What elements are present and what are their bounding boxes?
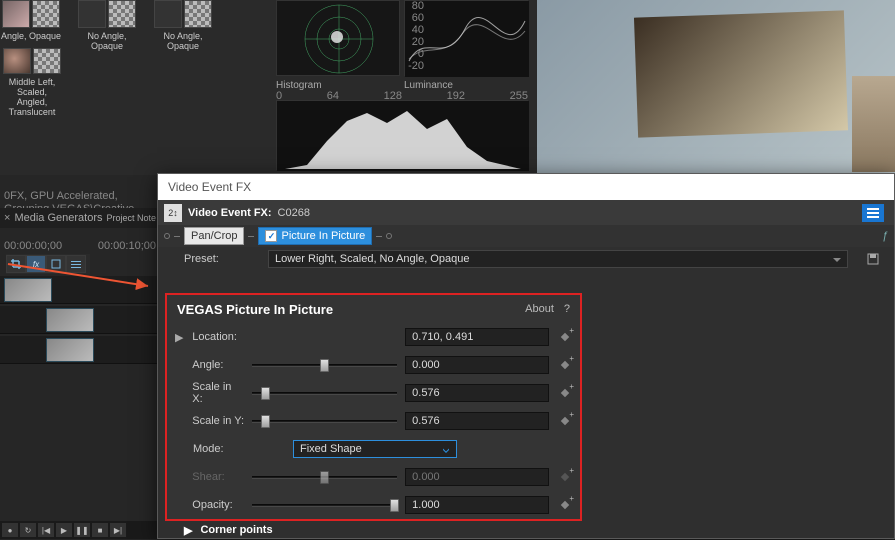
param-scalex: Scale in X: 0.576 [167,379,580,407]
preset-thumb-3[interactable]: No Angle, Opaque [152,0,214,52]
close-icon[interactable]: × [4,212,10,224]
checkbox-icon[interactable]: ✓ [265,230,277,242]
expand-icon[interactable]: ▶ [184,524,192,537]
param-opacity: Opacity: 1.000 [167,491,580,519]
shear-value: 0.000 [405,468,549,486]
scaley-slider[interactable] [252,413,397,429]
generator-icon[interactable] [46,255,66,273]
pip-panel: VEGAS Picture In Picture About ? ▶ Locat… [167,295,580,519]
preset-label: No Angle, Opaque [152,32,214,52]
angle-value[interactable]: 0.000 [405,356,549,374]
keyframe-icon[interactable] [557,413,572,429]
track-3[interactable] [0,336,160,364]
preset-save-icon[interactable] [864,250,882,268]
panel-header: VEGAS Picture In Picture About ? [167,295,580,323]
play-icon[interactable]: ▶ [56,523,72,537]
fx-header: 2↕ Video Event FX: C0268 [158,200,894,225]
skip-start-icon[interactable]: |◀ [38,523,54,537]
about-link[interactable]: About [525,303,554,315]
histogram-scope [276,100,528,170]
timeline-event-tools[interactable]: fx [6,254,90,274]
loop-icon[interactable]: ↻ [20,523,36,537]
dock-tab-bar[interactable]: × Media Generators Project Note [0,208,160,228]
preset-row: Preset: Lower Right, Scaled, No Angle, O… [158,247,894,271]
expand-icon[interactable]: ▶ [175,331,184,344]
fx-italic-icon[interactable]: ƒ [882,230,888,242]
preview-pip [634,10,848,137]
keyframe-icon [557,469,572,485]
panel-title: VEGAS Picture In Picture [177,302,333,317]
scaley-value[interactable]: 0.576 [405,412,549,430]
corner-points-label: Corner points [200,524,272,536]
timeline-ruler: 00:00:00;0000:00:10;00 [0,240,160,252]
chain-pip[interactable]: ✓ Picture In Picture [258,227,372,245]
rec-icon[interactable]: ● [2,523,18,537]
scalex-slider[interactable] [252,385,397,401]
param-scaley: Scale in Y: 0.576 [167,407,580,435]
preset-label: Angle, Opaque [0,32,62,42]
tab-media-generators[interactable]: Media Generators [14,212,102,224]
track-2[interactable] [0,306,160,334]
scalex-value[interactable]: 0.576 [405,384,549,402]
chain-pancrop[interactable]: Pan/Crop [184,227,244,245]
preset-label: No Angle, Opaque [76,32,138,52]
preset-thumb-1[interactable]: Angle, Opaque [0,0,62,42]
vectorscope [276,0,400,76]
scope-scale: 806040200-20 [404,0,424,72]
video-event-fx-window: Video Event FX 2↕ Video Event FX: C0268 … [157,173,895,539]
fx-header-label: Video Event FX: [188,207,272,219]
window-titlebar[interactable]: Video Event FX [158,174,894,200]
param-angle: Angle: 0.000 [167,351,580,379]
crop-icon[interactable] [6,255,26,273]
hamburger-icon [867,212,879,214]
chain-node-icon [164,233,170,239]
pause-icon[interactable]: ❚❚ [74,523,90,537]
keyframe-icon[interactable] [557,329,572,345]
mode-dropdown[interactable]: Fixed Shape [293,440,457,458]
location-value[interactable]: 0.710, 0.491 [405,328,549,346]
corner-points-row[interactable]: ▶ Corner points [176,520,281,540]
preset-thumb-2[interactable]: No Angle, Opaque [76,0,138,52]
fx-icon[interactable]: fx [26,255,46,273]
fx-chain-row: Pan/Crop ✓ Picture In Picture ƒ [158,225,894,247]
shear-slider [252,469,397,485]
keyframe-icon[interactable] [557,497,572,513]
track-1[interactable] [0,276,160,304]
keyframe-icon[interactable] [557,385,572,401]
preset-label: Preset: [184,253,256,265]
keyframe-icon[interactable] [557,357,572,373]
fx-clip-name: C0268 [278,207,310,219]
tab-project-note[interactable]: Project Note [106,213,156,223]
param-location: ▶ Location: 0.710, 0.491 [167,323,580,351]
stop-icon[interactable]: ■ [92,523,108,537]
preset-thumb-4[interactable]: Middle Left, Scaled, Angled, Translucent [0,48,64,118]
angle-slider[interactable] [252,357,397,373]
transport-bar[interactable]: ● ↻ |◀ ▶ ❚❚ ■ ▶| [0,521,160,539]
param-mode: Mode: Fixed Shape [167,435,580,463]
skip-end-icon[interactable]: ▶| [110,523,126,537]
chain-order-icon[interactable]: 2↕ [164,204,182,222]
chain-node-icon [386,233,392,239]
param-shear: Shear: 0.000 [167,463,580,491]
opacity-value[interactable]: 1.000 [405,496,549,514]
preset-label: Middle Left, Scaled, Angled, Translucent [0,78,64,118]
menu-icon[interactable] [66,255,86,273]
panel-menu-button[interactable] [862,204,884,222]
opacity-slider[interactable] [252,497,397,513]
preview-side [852,76,895,172]
preset-dropdown[interactable]: Lower Right, Scaled, No Angle, Opaque [268,250,848,268]
help-link[interactable]: ? [564,303,570,315]
